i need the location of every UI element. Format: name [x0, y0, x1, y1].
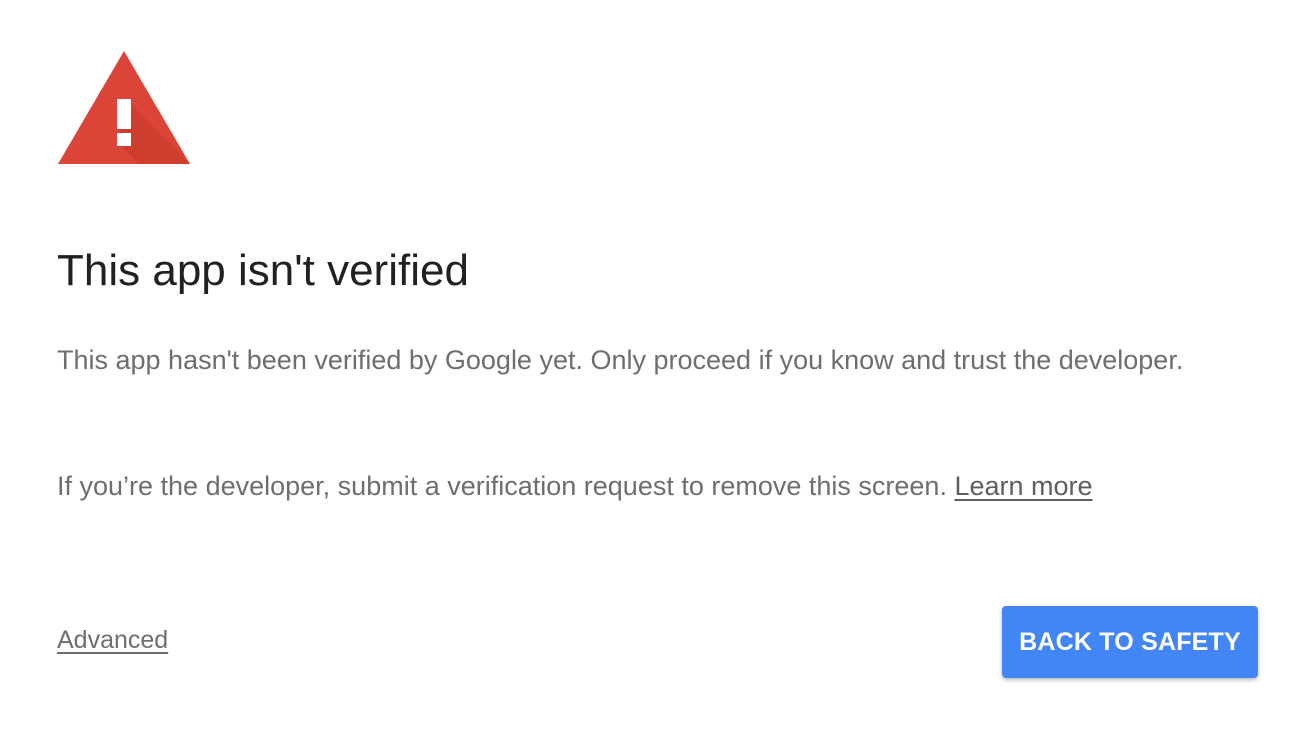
page-title: This app isn't verified	[57, 246, 469, 295]
developer-info-paragraph: If you’re the developer, submit a verifi…	[57, 462, 1207, 510]
description-paragraph: This app hasn't been verified by Google …	[57, 345, 1184, 375]
advanced-link[interactable]: Advanced	[57, 626, 168, 655]
warning-triangle-icon	[57, 49, 191, 165]
developer-info-text: If you’re the developer, submit a verifi…	[57, 471, 947, 501]
back-to-safety-button[interactable]: BACK TO SAFETY	[1002, 606, 1258, 678]
learn-more-link[interactable]: Learn more	[954, 471, 1092, 501]
